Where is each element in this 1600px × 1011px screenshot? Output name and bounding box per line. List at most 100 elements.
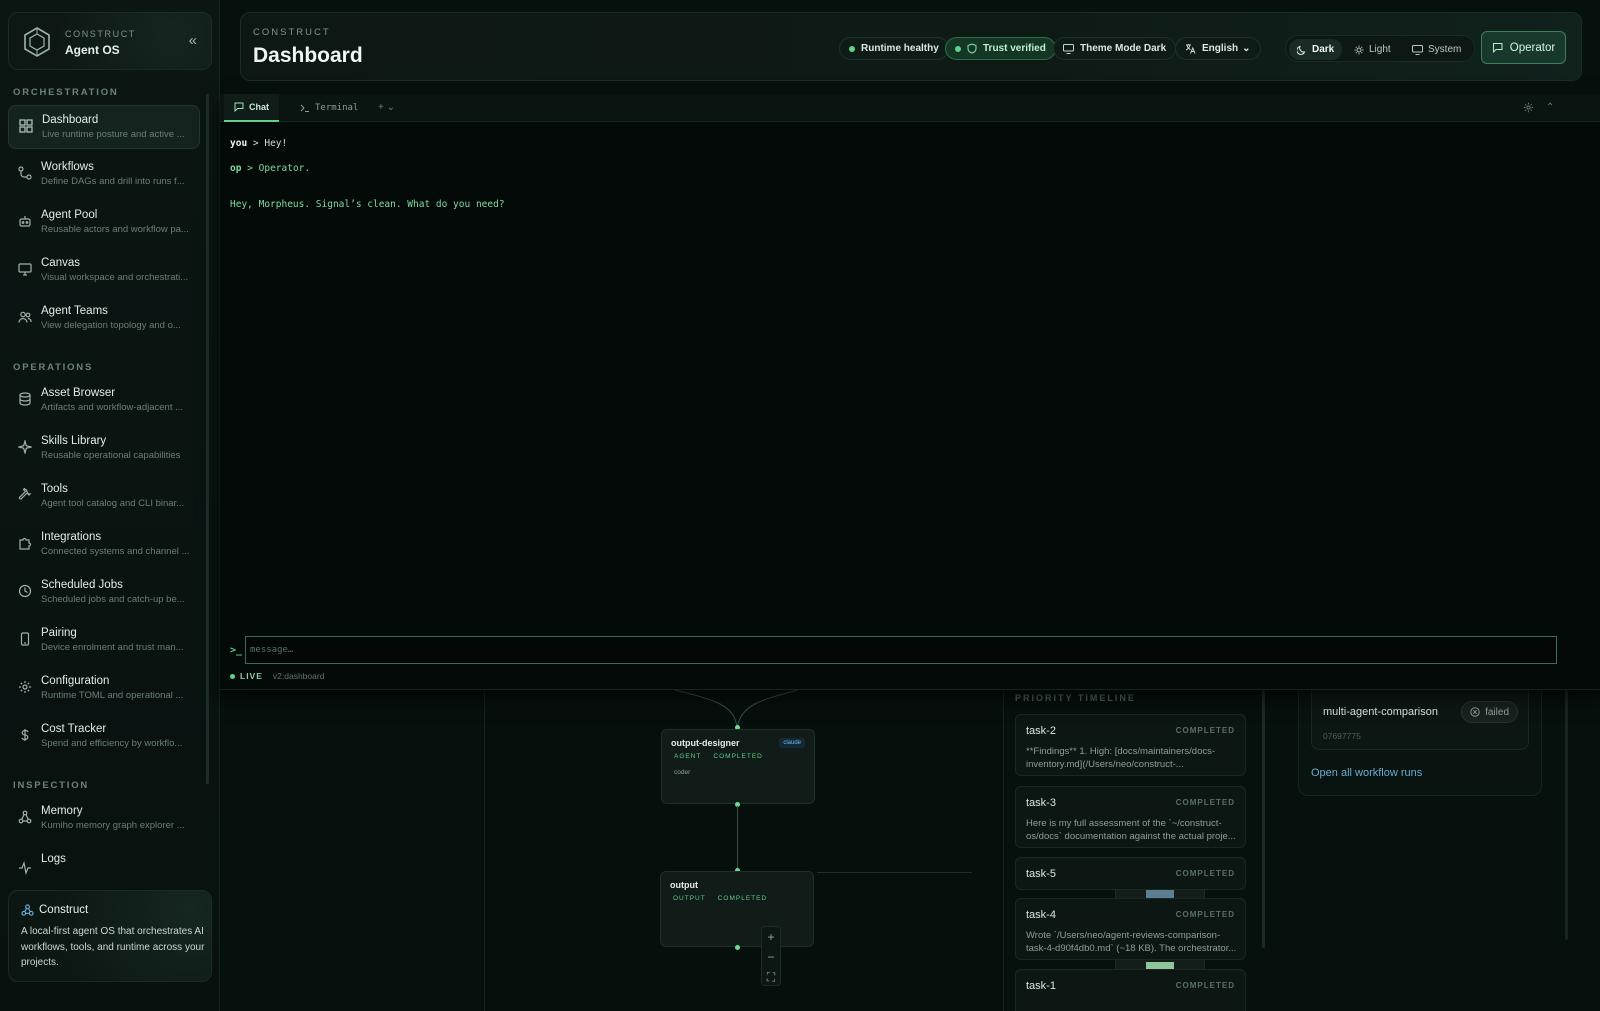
- message-separator: >: [241, 163, 259, 174]
- section-title-orchestration: ORCHESTRATION: [13, 87, 119, 98]
- tab-terminal-label: Terminal: [315, 103, 359, 113]
- sidebar-item-pairing[interactable]: Pairing Device enrolment and trust man..…: [8, 619, 200, 663]
- theme-light-button[interactable]: Light: [1346, 39, 1399, 60]
- message-input[interactable]: [245, 636, 1557, 664]
- node-title: output: [670, 880, 698, 890]
- operator-button[interactable]: Operator: [1481, 31, 1566, 64]
- open-workflow-runs-link[interactable]: Open all workflow runs: [1311, 767, 1422, 779]
- sidebar-item-desc: View delegation topology and o...: [41, 320, 181, 331]
- timeline-title: PRIORITY TIMELINE: [1015, 693, 1136, 703]
- timeline-task-card[interactable]: task-1 COMPLETED: [1015, 969, 1246, 1011]
- timeline-scrollbar[interactable]: [1262, 690, 1265, 948]
- construct-logo-icon: [24, 27, 50, 57]
- chat-bubble-icon: [1492, 43, 1503, 53]
- sidebar-item-label: Cost Tracker: [41, 723, 107, 735]
- sidebar-item-desc: Connected systems and channel ...: [41, 546, 190, 557]
- timeline-task-card[interactable]: task-4 COMPLETED Wrote `/Users/neo/agent…: [1015, 898, 1246, 960]
- theme-dark-button[interactable]: Dark: [1289, 39, 1343, 60]
- sidebar-item-label: Tools: [41, 483, 68, 495]
- sparkle-icon: [18, 440, 32, 454]
- sidebar-item-label: Asset Browser: [41, 387, 116, 399]
- run-name: multi-agent-comparison: [1323, 706, 1438, 718]
- sidebar-item-label: Configuration: [41, 675, 110, 687]
- section-title-operations: OPERATIONS: [13, 362, 94, 373]
- gear-icon[interactable]: [1523, 102, 1534, 113]
- timeline-task-card[interactable]: task-3 COMPLETED Here is my full assessm…: [1015, 786, 1246, 848]
- sidebar-item-label: Agent Pool: [41, 209, 98, 221]
- sidebar-item-asset-browser[interactable]: Asset Browser Artifacts and workflow-adj…: [8, 379, 200, 423]
- sidebar-item-desc: Agent tool catalog and CLI binar...: [41, 498, 185, 509]
- connection-status: LIVE v2:dashboard: [230, 671, 324, 681]
- task-status: COMPLETED: [1175, 726, 1235, 735]
- gear-icon: [19, 681, 31, 693]
- brand-name: Agent OS: [65, 43, 120, 57]
- page-header: CONSTRUCT Dashboard Runtime healthy Trus…: [240, 12, 1582, 81]
- live-dot: [230, 673, 235, 679]
- language-select[interactable]: English ⌄: [1175, 37, 1261, 60]
- trust-status-label: Trust verified: [983, 43, 1046, 54]
- workflow-run-card[interactable]: multi-agent-comparison failed 07697775: [1311, 680, 1529, 750]
- collapse-panel-button[interactable]: ⌃: [1546, 102, 1554, 113]
- dollar-icon: [21, 729, 29, 741]
- sidebar-item-label: Skills Library: [41, 435, 107, 447]
- sidebar-item-memory[interactable]: Memory Kumiho memory graph explorer ...: [8, 797, 200, 841]
- grid-icon: [19, 119, 33, 133]
- timeline-task-card[interactable]: task-5 COMPLETED: [1015, 857, 1246, 890]
- sidebar-item-dashboard[interactable]: Dashboard Live runtime posture and activ…: [8, 105, 200, 149]
- sidebar-item-canvas[interactable]: Canvas Visual workspace and orchestrati.…: [8, 249, 200, 293]
- message-separator: >: [247, 138, 265, 149]
- theme-dark-label: Dark: [1312, 44, 1335, 55]
- zoom-out-button[interactable]: −: [762, 947, 780, 967]
- fit-view-button[interactable]: ⛶: [762, 967, 780, 987]
- trust-status-badge[interactable]: Trust verified: [945, 37, 1056, 60]
- header-kicker: CONSTRUCT: [253, 27, 331, 38]
- workflow-graph-panel[interactable]: output-designer claude AGENT COMPLETED co…: [484, 680, 1205, 1011]
- sidebar-item-label: Scheduled Jobs: [41, 579, 123, 591]
- sidebar-item-logs[interactable]: Logs: [8, 845, 200, 889]
- add-tab-button[interactable]: + ⌄: [378, 102, 395, 113]
- chat-tabbar: Chat Terminal + ⌄ ⌃: [220, 94, 1600, 122]
- node-port[interactable]: [735, 945, 740, 950]
- tab-terminal[interactable]: Terminal: [290, 94, 368, 122]
- operator-label: Operator: [1509, 41, 1556, 54]
- theme-system-button[interactable]: System: [1404, 39, 1469, 60]
- sidebar-item-workflows[interactable]: Workflows Define DAGs and drill into run…: [8, 153, 200, 197]
- zoom-in-button[interactable]: +: [762, 927, 780, 947]
- monitor-icon: [1063, 43, 1074, 54]
- sidebar-scrollbar[interactable]: [206, 94, 209, 784]
- theme-switcher: Dark Light System: [1285, 35, 1475, 62]
- theme-mode-toggle[interactable]: Theme Mode Dark: [1053, 37, 1177, 60]
- sidebar-item-skills-library[interactable]: Skills Library Reusable operational capa…: [8, 427, 200, 471]
- timeline-task-card[interactable]: task-2 COMPLETED **Findings** 1. High: […: [1015, 714, 1246, 776]
- sidebar-item-integrations[interactable]: Integrations Connected systems and chann…: [8, 523, 200, 567]
- workflow-node-output-designer[interactable]: output-designer claude AGENT COMPLETED co…: [661, 729, 815, 804]
- chat-message-operator: op > Operator.: [230, 163, 310, 174]
- message-author: op: [230, 163, 242, 174]
- workflow-node-output[interactable]: output OUTPUT COMPLETED: [660, 871, 814, 947]
- status-dot: [849, 45, 855, 52]
- sidebar-item-label: Memory: [41, 805, 83, 817]
- task-status: COMPLETED: [1175, 910, 1235, 919]
- sidebar-item-desc: Spend and efficiency by workflo...: [41, 738, 183, 749]
- collapse-sidebar-button[interactable]: «: [189, 32, 197, 49]
- dashboard-content: output-designer claude AGENT COMPLETED co…: [220, 680, 1600, 1011]
- sidebar-item-agent-pool[interactable]: Agent Pool Reusable actors and workflow …: [8, 201, 200, 245]
- theme-system-label: System: [1428, 44, 1462, 55]
- model-badge: claude: [779, 738, 805, 748]
- task-summary: **Findings** 1. High: [docs/maintainers/…: [1026, 746, 1216, 770]
- runtime-status-badge[interactable]: Runtime healthy: [839, 37, 949, 60]
- live-label: LIVE: [240, 671, 263, 681]
- sidebar-item-configuration[interactable]: Configuration Runtime TOML and operation…: [8, 667, 200, 711]
- node-status-tag: COMPLETED: [717, 895, 768, 902]
- task-summary: Wrote `/Users/neo/agent-reviews-comparis…: [1026, 930, 1237, 954]
- sidebar-item-label: Dashboard: [42, 114, 99, 126]
- sidebar-item-scheduled-jobs[interactable]: Scheduled Jobs Scheduled jobs and catch-…: [8, 571, 200, 615]
- sidebar-item-tools[interactable]: Tools Agent tool catalog and CLI binar..…: [8, 475, 200, 519]
- node-kind-tag: OUTPUT: [673, 895, 706, 902]
- sidebar-item-cost-tracker[interactable]: Cost Tracker Spend and efficiency by wor…: [8, 715, 200, 759]
- content-scrollbar[interactable]: [1565, 680, 1568, 940]
- sidebar-item-agent-teams[interactable]: Agent Teams View delegation topology and…: [8, 297, 200, 341]
- x-circle-icon: [1470, 707, 1480, 717]
- tab-chat[interactable]: Chat: [224, 94, 279, 122]
- wrench-icon: [18, 488, 32, 500]
